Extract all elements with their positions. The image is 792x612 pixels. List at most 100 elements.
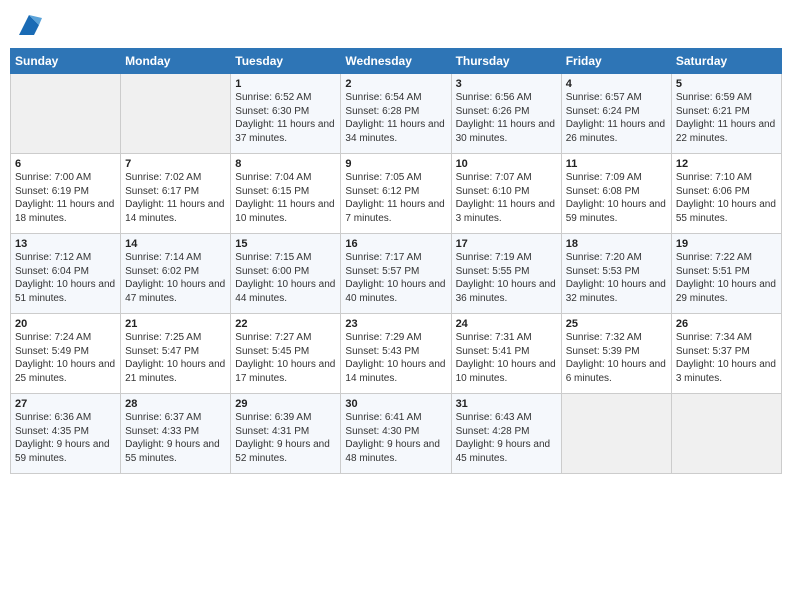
calendar-week-row: 1Sunrise: 6:52 AM Sunset: 6:30 PM Daylig…: [11, 74, 782, 154]
calendar-cell: 7Sunrise: 7:02 AM Sunset: 6:17 PM Daylig…: [121, 154, 231, 234]
day-info: Sunrise: 6:59 AM Sunset: 6:21 PM Dayligh…: [676, 91, 777, 145]
calendar-header-row: SundayMondayTuesdayWednesdayThursdayFrid…: [11, 49, 782, 74]
calendar-cell: 20Sunrise: 7:24 AM Sunset: 5:49 PM Dayli…: [11, 314, 121, 394]
day-info: Sunrise: 7:07 AM Sunset: 6:10 PM Dayligh…: [456, 171, 557, 225]
calendar-cell: 17Sunrise: 7:19 AM Sunset: 5:55 PM Dayli…: [451, 234, 561, 314]
calendar-cell: 3Sunrise: 6:56 AM Sunset: 6:26 PM Daylig…: [451, 74, 561, 154]
day-number: 24: [456, 318, 557, 330]
day-number: 9: [345, 158, 446, 170]
calendar-cell: 15Sunrise: 7:15 AM Sunset: 6:00 PM Dayli…: [231, 234, 341, 314]
day-info: Sunrise: 6:41 AM Sunset: 4:30 PM Dayligh…: [345, 411, 446, 465]
day-number: 18: [566, 238, 667, 250]
day-number: 13: [15, 238, 116, 250]
day-number: 26: [676, 318, 777, 330]
day-info: Sunrise: 7:34 AM Sunset: 5:37 PM Dayligh…: [676, 331, 777, 385]
day-info: Sunrise: 7:27 AM Sunset: 5:45 PM Dayligh…: [235, 331, 336, 385]
calendar-week-row: 27Sunrise: 6:36 AM Sunset: 4:35 PM Dayli…: [11, 394, 782, 474]
day-number: 5: [676, 78, 777, 90]
calendar-cell: 11Sunrise: 7:09 AM Sunset: 6:08 PM Dayli…: [561, 154, 671, 234]
calendar-cell: 30Sunrise: 6:41 AM Sunset: 4:30 PM Dayli…: [341, 394, 451, 474]
day-number: 4: [566, 78, 667, 90]
day-info: Sunrise: 7:25 AM Sunset: 5:47 PM Dayligh…: [125, 331, 226, 385]
day-info: Sunrise: 7:17 AM Sunset: 5:57 PM Dayligh…: [345, 251, 446, 305]
day-number: 6: [15, 158, 116, 170]
day-info: Sunrise: 7:19 AM Sunset: 5:55 PM Dayligh…: [456, 251, 557, 305]
calendar-cell: 29Sunrise: 6:39 AM Sunset: 4:31 PM Dayli…: [231, 394, 341, 474]
day-info: Sunrise: 6:52 AM Sunset: 6:30 PM Dayligh…: [235, 91, 336, 145]
day-number: 12: [676, 158, 777, 170]
calendar-cell: 25Sunrise: 7:32 AM Sunset: 5:39 PM Dayli…: [561, 314, 671, 394]
calendar-cell: 22Sunrise: 7:27 AM Sunset: 5:45 PM Dayli…: [231, 314, 341, 394]
calendar-cell: 26Sunrise: 7:34 AM Sunset: 5:37 PM Dayli…: [671, 314, 781, 394]
calendar-cell: 14Sunrise: 7:14 AM Sunset: 6:02 PM Dayli…: [121, 234, 231, 314]
day-number: 10: [456, 158, 557, 170]
calendar-cell: [11, 74, 121, 154]
day-number: 17: [456, 238, 557, 250]
day-info: Sunrise: 7:15 AM Sunset: 6:00 PM Dayligh…: [235, 251, 336, 305]
day-of-week-header: Wednesday: [341, 49, 451, 74]
calendar-table: SundayMondayTuesdayWednesdayThursdayFrid…: [10, 48, 782, 474]
day-number: 7: [125, 158, 226, 170]
calendar-week-row: 13Sunrise: 7:12 AM Sunset: 6:04 PM Dayli…: [11, 234, 782, 314]
day-number: 23: [345, 318, 446, 330]
calendar-cell: 1Sunrise: 6:52 AM Sunset: 6:30 PM Daylig…: [231, 74, 341, 154]
day-info: Sunrise: 7:09 AM Sunset: 6:08 PM Dayligh…: [566, 171, 667, 225]
day-number: 22: [235, 318, 336, 330]
calendar-cell: 5Sunrise: 6:59 AM Sunset: 6:21 PM Daylig…: [671, 74, 781, 154]
calendar-cell: 24Sunrise: 7:31 AM Sunset: 5:41 PM Dayli…: [451, 314, 561, 394]
calendar-cell: 13Sunrise: 7:12 AM Sunset: 6:04 PM Dayli…: [11, 234, 121, 314]
day-number: 30: [345, 398, 446, 410]
day-info: Sunrise: 7:31 AM Sunset: 5:41 PM Dayligh…: [456, 331, 557, 385]
day-info: Sunrise: 6:57 AM Sunset: 6:24 PM Dayligh…: [566, 91, 667, 145]
calendar-cell: 10Sunrise: 7:07 AM Sunset: 6:10 PM Dayli…: [451, 154, 561, 234]
logo: [10, 10, 44, 40]
day-number: 31: [456, 398, 557, 410]
day-number: 14: [125, 238, 226, 250]
day-info: Sunrise: 6:43 AM Sunset: 4:28 PM Dayligh…: [456, 411, 557, 465]
calendar-cell: 16Sunrise: 7:17 AM Sunset: 5:57 PM Dayli…: [341, 234, 451, 314]
day-info: Sunrise: 6:54 AM Sunset: 6:28 PM Dayligh…: [345, 91, 446, 145]
day-info: Sunrise: 7:32 AM Sunset: 5:39 PM Dayligh…: [566, 331, 667, 385]
day-number: 21: [125, 318, 226, 330]
day-info: Sunrise: 6:56 AM Sunset: 6:26 PM Dayligh…: [456, 91, 557, 145]
day-number: 25: [566, 318, 667, 330]
calendar-cell: 28Sunrise: 6:37 AM Sunset: 4:33 PM Dayli…: [121, 394, 231, 474]
day-number: 1: [235, 78, 336, 90]
day-info: Sunrise: 6:37 AM Sunset: 4:33 PM Dayligh…: [125, 411, 226, 465]
day-info: Sunrise: 7:14 AM Sunset: 6:02 PM Dayligh…: [125, 251, 226, 305]
day-info: Sunrise: 7:12 AM Sunset: 6:04 PM Dayligh…: [15, 251, 116, 305]
day-number: 16: [345, 238, 446, 250]
day-of-week-header: Thursday: [451, 49, 561, 74]
calendar-week-row: 20Sunrise: 7:24 AM Sunset: 5:49 PM Dayli…: [11, 314, 782, 394]
calendar-cell: 2Sunrise: 6:54 AM Sunset: 6:28 PM Daylig…: [341, 74, 451, 154]
day-info: Sunrise: 7:20 AM Sunset: 5:53 PM Dayligh…: [566, 251, 667, 305]
calendar-cell: 18Sunrise: 7:20 AM Sunset: 5:53 PM Dayli…: [561, 234, 671, 314]
day-of-week-header: Saturday: [671, 49, 781, 74]
calendar-cell: 4Sunrise: 6:57 AM Sunset: 6:24 PM Daylig…: [561, 74, 671, 154]
day-of-week-header: Monday: [121, 49, 231, 74]
day-number: 8: [235, 158, 336, 170]
day-info: Sunrise: 6:39 AM Sunset: 4:31 PM Dayligh…: [235, 411, 336, 465]
calendar-cell: 9Sunrise: 7:05 AM Sunset: 6:12 PM Daylig…: [341, 154, 451, 234]
day-info: Sunrise: 7:04 AM Sunset: 6:15 PM Dayligh…: [235, 171, 336, 225]
day-info: Sunrise: 7:05 AM Sunset: 6:12 PM Dayligh…: [345, 171, 446, 225]
day-number: 11: [566, 158, 667, 170]
day-of-week-header: Tuesday: [231, 49, 341, 74]
calendar-cell: 31Sunrise: 6:43 AM Sunset: 4:28 PM Dayli…: [451, 394, 561, 474]
calendar-cell: 12Sunrise: 7:10 AM Sunset: 6:06 PM Dayli…: [671, 154, 781, 234]
day-number: 27: [15, 398, 116, 410]
day-info: Sunrise: 7:29 AM Sunset: 5:43 PM Dayligh…: [345, 331, 446, 385]
day-number: 2: [345, 78, 446, 90]
day-number: 19: [676, 238, 777, 250]
day-info: Sunrise: 7:10 AM Sunset: 6:06 PM Dayligh…: [676, 171, 777, 225]
calendar-cell: [121, 74, 231, 154]
day-info: Sunrise: 7:24 AM Sunset: 5:49 PM Dayligh…: [15, 331, 116, 385]
day-number: 3: [456, 78, 557, 90]
calendar-cell: 6Sunrise: 7:00 AM Sunset: 6:19 PM Daylig…: [11, 154, 121, 234]
calendar-week-row: 6Sunrise: 7:00 AM Sunset: 6:19 PM Daylig…: [11, 154, 782, 234]
day-info: Sunrise: 7:22 AM Sunset: 5:51 PM Dayligh…: [676, 251, 777, 305]
day-of-week-header: Sunday: [11, 49, 121, 74]
day-info: Sunrise: 7:00 AM Sunset: 6:19 PM Dayligh…: [15, 171, 116, 225]
day-info: Sunrise: 7:02 AM Sunset: 6:17 PM Dayligh…: [125, 171, 226, 225]
calendar-cell: [561, 394, 671, 474]
